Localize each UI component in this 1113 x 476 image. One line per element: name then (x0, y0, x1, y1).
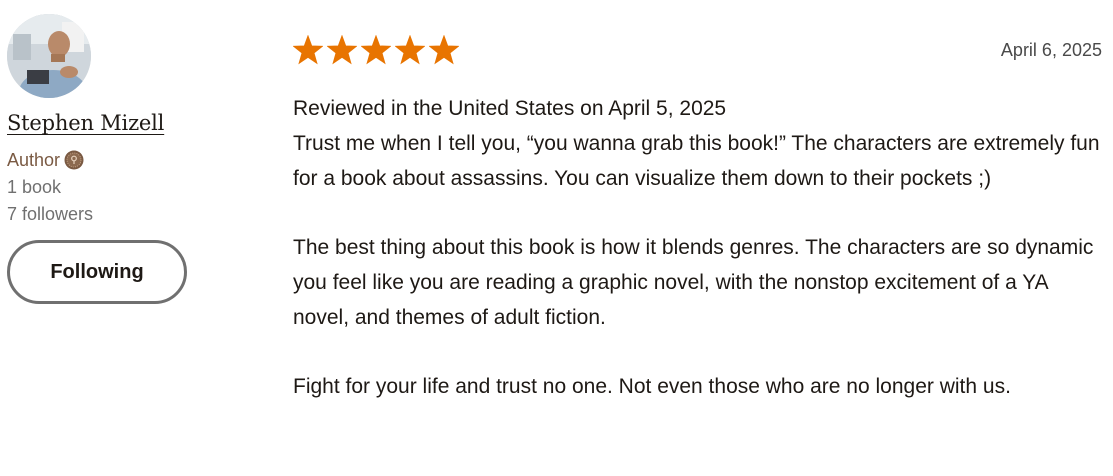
review-paragraph: Fight for your life and trust no one. No… (293, 375, 1011, 398)
author-badge-icon (64, 150, 84, 170)
reviewer-name-link[interactable]: Stephen Mizell (7, 110, 164, 136)
star-filled-icon (395, 35, 425, 65)
review-origin-line: Reviewed in the United States on April 5… (293, 97, 727, 120)
author-label: Author (7, 150, 61, 170)
star-rating (293, 35, 459, 65)
follower-count: 7 followers (7, 204, 94, 224)
review-date-link[interactable]: April 6, 2025 (1001, 40, 1102, 61)
star-filled-icon (327, 35, 357, 65)
review-header: April 6, 2025 (293, 30, 1105, 70)
following-button[interactable]: Following (7, 240, 187, 304)
reviewer-avatar[interactable] (7, 14, 91, 98)
avatar-photo-icon (7, 14, 91, 98)
reviewer-card: Stephen Mizell Author 1 book 7 followers… (7, 14, 207, 304)
author-row: Author (7, 150, 207, 170)
star-filled-icon (293, 35, 323, 65)
review: April 6, 2025 Reviewed in the United Sta… (293, 30, 1105, 404)
review-paragraph: The best thing about this book is how it… (293, 236, 1094, 329)
star-filled-icon (429, 35, 459, 65)
review-text: Reviewed in the United States on April 5… (293, 91, 1105, 404)
review-paragraph: Trust me when I tell you, “you wanna gra… (293, 132, 1100, 190)
book-count: 1 book (7, 177, 62, 197)
star-filled-icon (361, 35, 391, 65)
